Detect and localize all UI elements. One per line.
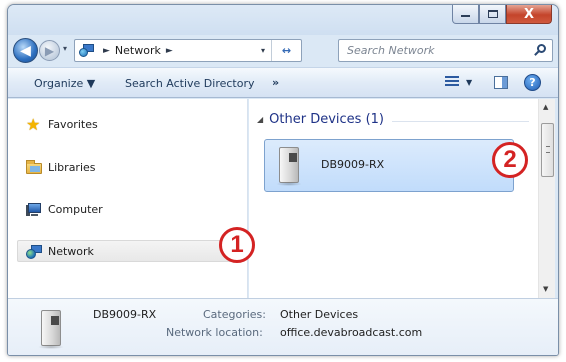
sidebar-item-network[interactable]: Network: [17, 240, 245, 262]
sidebar-item-label: Network: [48, 244, 94, 258]
title-bar[interactable]: X: [8, 5, 558, 35]
view-options-dropdown[interactable]: ▼: [466, 78, 472, 87]
search-input[interactable]: Search Network: [338, 39, 553, 62]
sidebar-item-label: Computer: [48, 202, 103, 216]
refresh-button[interactable]: ↔: [271, 40, 301, 61]
close-button[interactable]: X: [506, 5, 552, 24]
explorer-window: X ◀ ▶ ▾ ► Network ► ▾ ↔ Search Network O…: [7, 4, 559, 356]
organize-button[interactable]: Organize ▼: [34, 77, 95, 90]
help-button[interactable]: ?: [524, 74, 541, 91]
device-item[interactable]: DB9009-RX: [264, 139, 514, 192]
group-divider: [392, 121, 529, 122]
minimize-icon: [461, 15, 470, 17]
search-icon[interactable]: [534, 44, 547, 57]
device-icon: [36, 309, 66, 349]
scrollbar-thumb[interactable]: [541, 123, 554, 177]
forward-button[interactable]: ▶: [39, 40, 60, 61]
callout-marker-1: 1: [219, 227, 255, 263]
categories-value: Other Devices: [280, 308, 359, 321]
breadcrumb-separator[interactable]: ►: [103, 46, 110, 56]
recent-pages-dropdown[interactable]: ▾: [63, 44, 67, 53]
back-button[interactable]: ◀: [13, 38, 38, 63]
group-header[interactable]: ◢ Other Devices (1): [257, 112, 384, 127]
network-location-label: Network location:: [166, 326, 263, 339]
address-bar[interactable]: ► Network ► ▾ ↔: [74, 39, 302, 62]
search-active-directory-button[interactable]: Search Active Directory: [125, 77, 255, 90]
more-commands-button[interactable]: »: [272, 76, 279, 89]
maximize-button[interactable]: [479, 5, 506, 24]
scroll-up-arrow-icon[interactable]: ▲: [543, 103, 548, 111]
sidebar-item-computer[interactable]: Computer: [18, 198, 246, 220]
scroll-down-arrow-icon[interactable]: ▼: [543, 285, 548, 293]
command-bar: Organize ▼ Search Active Directory » ▼ ?: [8, 67, 558, 98]
star-icon: ★: [26, 114, 41, 134]
preview-pane-icon[interactable]: [494, 76, 508, 89]
details-pane: DB9009-RX Categories: Other Devices Netw…: [8, 298, 558, 355]
sidebar-item-favorites[interactable]: ★ Favorites: [18, 113, 246, 135]
device-name: DB9009-RX: [321, 158, 385, 171]
folder-icon: [26, 159, 42, 175]
device-icon: [274, 146, 304, 186]
network-location-value: office.devabroadcast.com: [280, 326, 423, 339]
categories-label: Categories:: [203, 308, 266, 321]
navigation-pane: ★ Favorites Libraries Computer Network: [8, 99, 248, 298]
computer-icon: [26, 202, 42, 217]
change-view-icon[interactable]: [445, 76, 459, 89]
maximize-icon: [487, 10, 498, 18]
network-icon: [79, 43, 95, 58]
collapse-arrow-icon[interactable]: ◢: [257, 115, 263, 124]
sidebar-item-label: Libraries: [48, 160, 96, 174]
vertical-scrollbar[interactable]: ▲ ▼: [538, 99, 555, 298]
content-pane: ◢ Other Devices (1) DB9009-RX: [249, 99, 538, 298]
minimize-button[interactable]: [452, 5, 479, 24]
breadcrumb-network[interactable]: Network: [115, 44, 161, 57]
breadcrumb-separator[interactable]: ►: [166, 46, 173, 56]
details-device-name: DB9009-RX: [93, 308, 157, 321]
sidebar-item-label: Favorites: [48, 117, 98, 131]
address-row: ◀ ▶ ▾ ► Network ► ▾ ↔ Search Network: [8, 37, 558, 65]
group-title: Other Devices (1): [269, 112, 384, 127]
network-icon: [26, 244, 42, 259]
search-placeholder: Search Network: [347, 44, 435, 57]
callout-marker-2: 2: [492, 142, 528, 178]
sidebar-item-libraries[interactable]: Libraries: [18, 156, 246, 178]
caption-buttons: X: [452, 5, 552, 24]
address-dropdown-icon[interactable]: ▾: [261, 46, 265, 55]
